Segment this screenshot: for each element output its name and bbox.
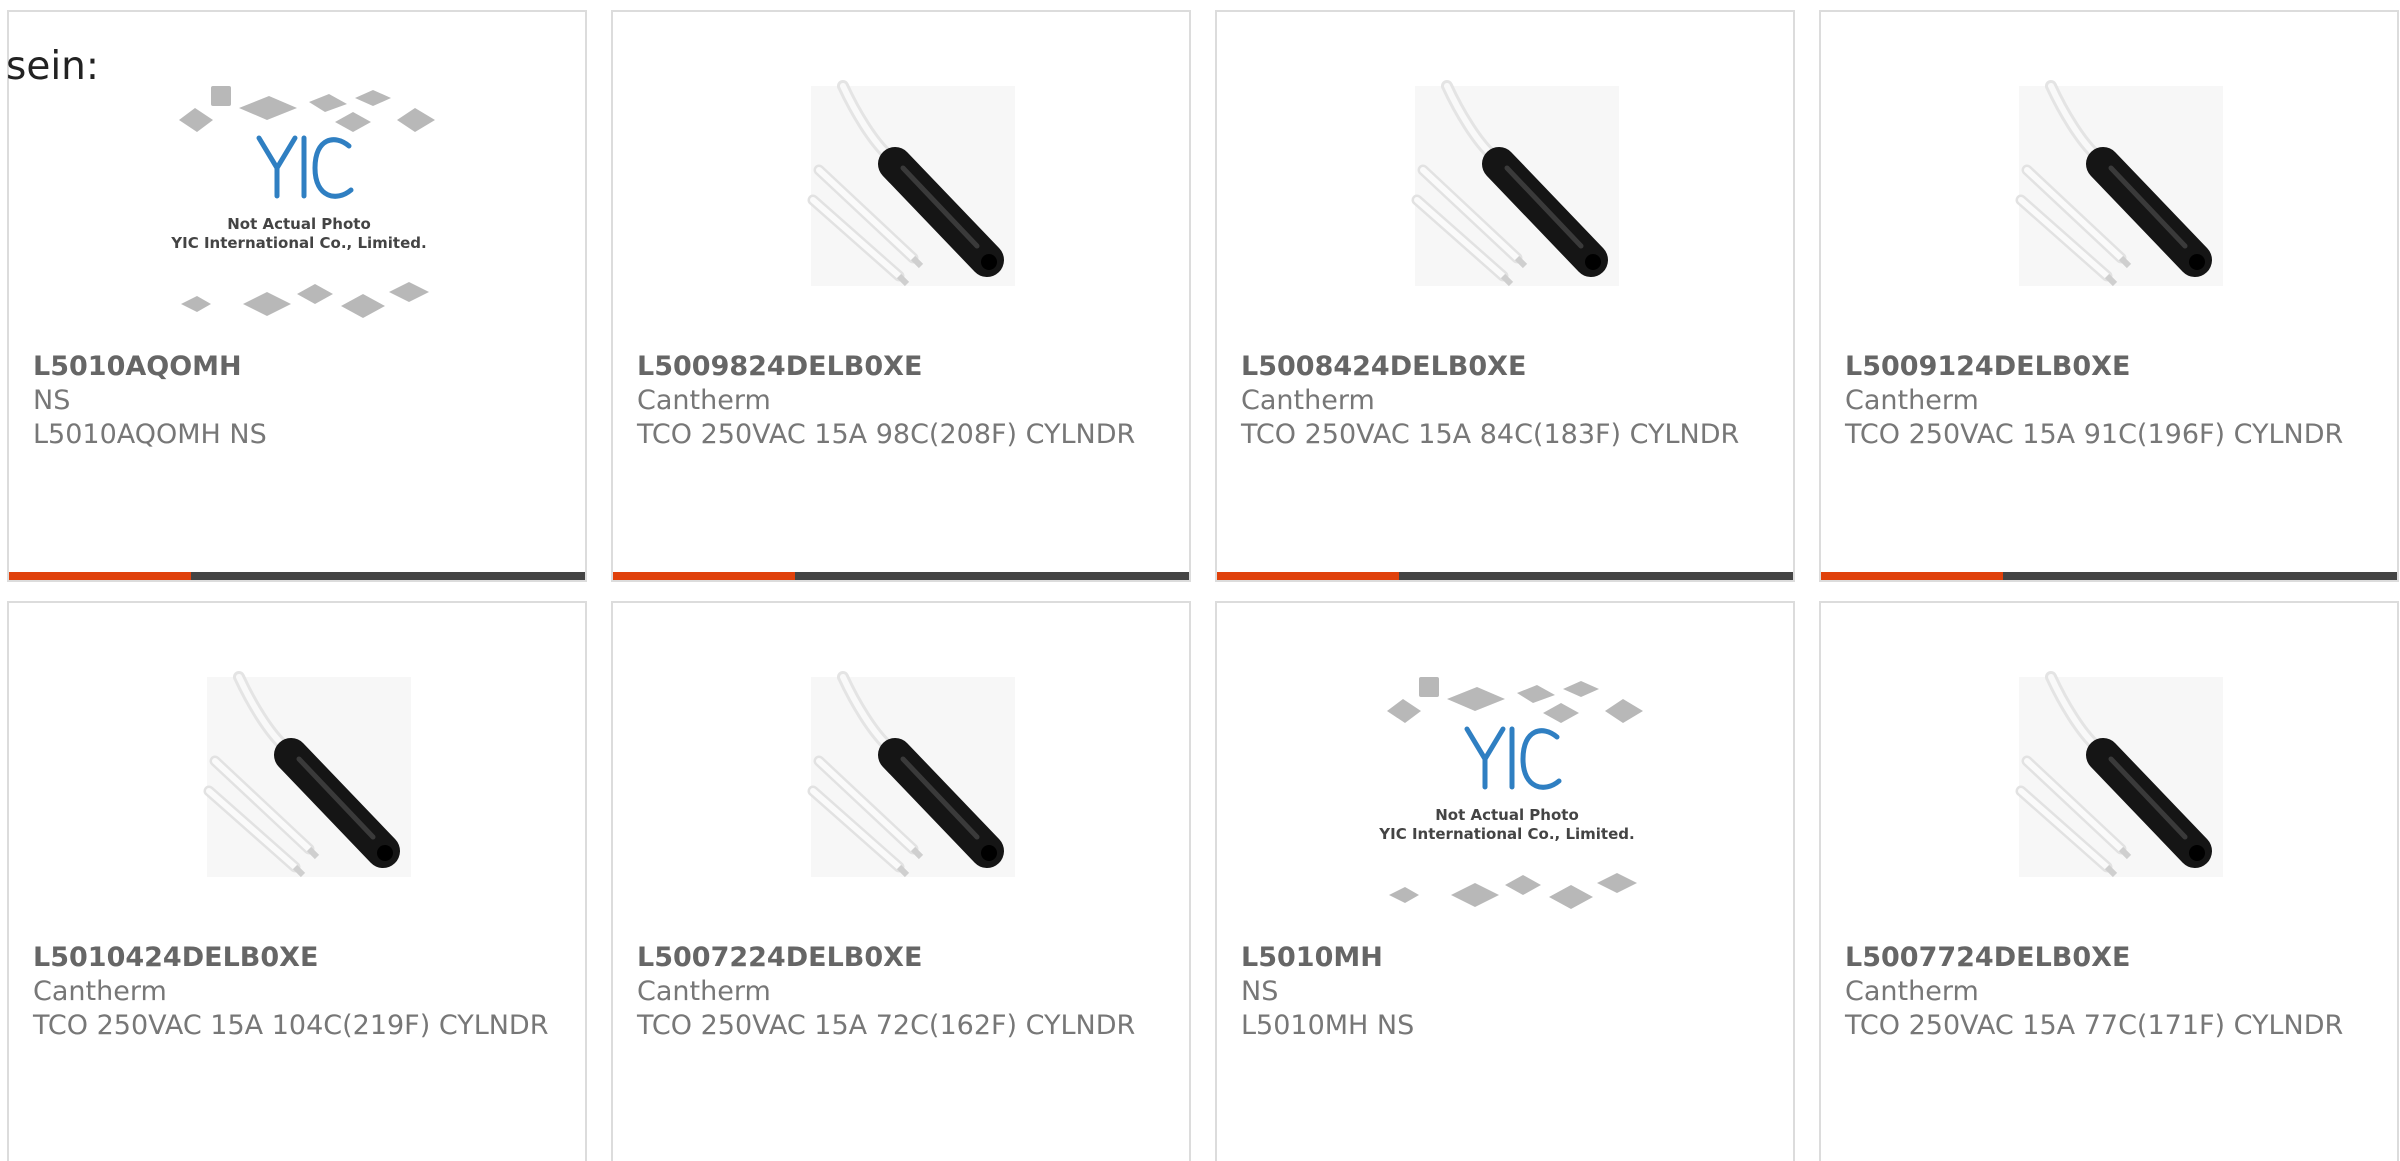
thermal-cutoff-icon [203,671,411,878]
product-card[interactable]: L5009824DELB0XE Cantherm TCO 250VAC 15A … [611,10,1191,582]
card-bar-accent [1821,572,2003,580]
product-grid: Not Actual Photo YIC International Co., … [7,10,2399,1161]
card-bottom-bar [1217,572,1793,580]
part-number[interactable]: L5010AQOMH [33,350,567,384]
description: L5010AQOMH NS [33,419,267,450]
manufacturer: Cantherm [1845,385,1979,416]
thermal-cutoff-icon [1411,80,1619,287]
product-info: L5010424DELB0XE Cantherm TCO 250VAC 15A … [33,941,567,1043]
manufacturer: NS [33,385,71,416]
product-card[interactable]: Not Actual Photo YIC International Co., … [1215,601,1795,1161]
card-bar-accent [1217,572,1399,580]
placeholder-caption-1: Not Actual Photo [227,215,371,233]
card-bottom-bar [9,572,585,580]
part-number[interactable]: L5007224DELB0XE [637,941,1171,975]
thermal-cutoff-icon [2015,80,2223,287]
product-info: L5008424DELB0XE Cantherm TCO 250VAC 15A … [1241,350,1775,452]
product-image: Not Actual Photo YIC International Co., … [159,72,439,342]
card-bottom-bar [613,572,1189,580]
part-number[interactable]: L5007724DELB0XE [1845,941,2379,975]
product-image [159,663,439,933]
product-card[interactable]: L5010424DELB0XE Cantherm TCO 250VAC 15A … [7,601,587,1161]
manufacturer: Cantherm [637,976,771,1007]
manufacturer: Cantherm [33,976,167,1007]
description: TCO 250VAC 15A 72C(162F) CYLNDR [637,1010,1136,1041]
product-image [1971,72,2251,342]
description: TCO 250VAC 15A 104C(219F) CYLNDR [33,1010,549,1041]
product-image [763,663,1043,933]
yic-placeholder-icon: Not Actual Photo YIC International Co., … [170,86,435,318]
product-image [763,72,1043,342]
description: TCO 250VAC 15A 84C(183F) CYLNDR [1241,419,1740,450]
card-bar-accent [9,572,191,580]
product-info: L5009824DELB0XE Cantherm TCO 250VAC 15A … [637,350,1171,452]
product-image [1971,663,2251,933]
part-number[interactable]: L5008424DELB0XE [1241,350,1775,384]
product-info: L5007224DELB0XE Cantherm TCO 250VAC 15A … [637,941,1171,1043]
product-info: L5009124DELB0XE Cantherm TCO 250VAC 15A … [1845,350,2379,452]
description: L5010MH NS [1241,1010,1415,1041]
manufacturer: Cantherm [1845,976,1979,1007]
description: TCO 250VAC 15A 77C(171F) CYLNDR [1845,1010,2344,1041]
manufacturer: Cantherm [637,385,771,416]
product-card[interactable]: L5008424DELB0XE Cantherm TCO 250VAC 15A … [1215,10,1795,582]
manufacturer: Cantherm [1241,385,1375,416]
card-bar-accent [613,572,795,580]
part-number[interactable]: L5009824DELB0XE [637,350,1171,384]
intro-text: sein: [6,44,100,89]
description: TCO 250VAC 15A 91C(196F) CYLNDR [1845,419,2344,450]
product-card[interactable]: L5007224DELB0XE Cantherm TCO 250VAC 15A … [611,601,1191,1161]
product-card[interactable]: L5007724DELB0XE Cantherm TCO 250VAC 15A … [1819,601,2399,1161]
thermal-cutoff-icon [807,671,1015,878]
product-image: Not Actual Photo YIC International Co., … [1367,663,1647,933]
part-number[interactable]: L5009124DELB0XE [1845,350,2379,384]
product-grid-page: sein: Not Actual Photo YIC International… [0,0,2400,1161]
product-info: L5007724DELB0XE Cantherm TCO 250VAC 15A … [1845,941,2379,1043]
part-number[interactable]: L5010MH [1241,941,1775,975]
product-info: L5010AQOMH NS L5010AQOMH NS [33,350,567,452]
product-info: L5010MH NS L5010MH NS [1241,941,1775,1043]
manufacturer: NS [1241,976,1279,1007]
card-bottom-bar [1821,572,2397,580]
placeholder-caption-1: Not Actual Photo [1435,806,1579,824]
yic-placeholder-icon: Not Actual Photo YIC International Co., … [1378,677,1643,909]
product-card[interactable]: L5009124DELB0XE Cantherm TCO 250VAC 15A … [1819,10,2399,582]
placeholder-caption-2: YIC International Co., Limited. [170,234,426,252]
description: TCO 250VAC 15A 98C(208F) CYLNDR [637,419,1136,450]
thermal-cutoff-icon [2015,671,2223,878]
placeholder-caption-2: YIC International Co., Limited. [1378,825,1634,843]
thermal-cutoff-icon [807,80,1015,287]
product-image [1367,72,1647,342]
part-number[interactable]: L5010424DELB0XE [33,941,567,975]
